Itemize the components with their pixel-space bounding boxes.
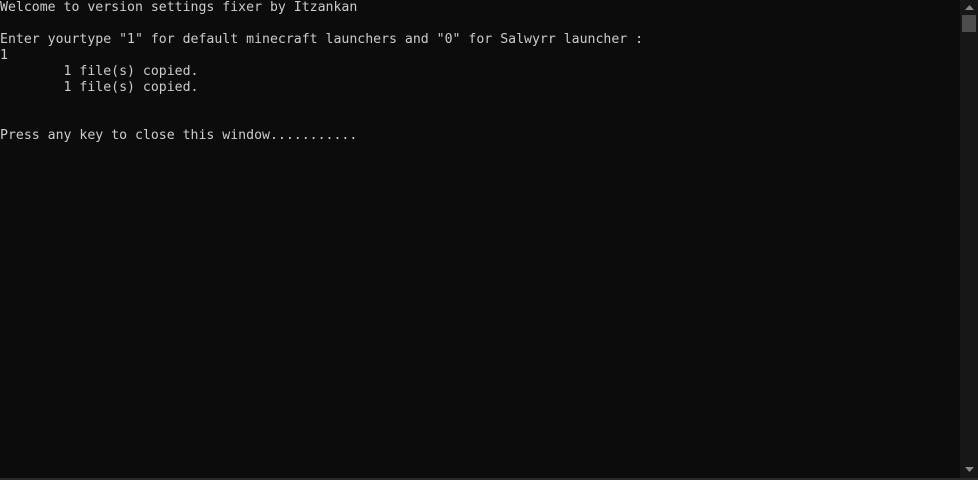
console-line-copy-result: 1 file(s) copied. [0, 80, 199, 95]
console-line-close-prompt: Press any key to close this window......… [0, 128, 358, 143]
console-line-blank [0, 96, 643, 112]
scroll-up-button[interactable] [960, 0, 978, 14]
scroll-down-button[interactable] [960, 462, 978, 476]
console-line-copy-result: 1 file(s) copied. [0, 64, 199, 79]
console-line-prompt: Enter yourtype "1" for default minecraft… [0, 32, 644, 47]
console-line-welcome: Welcome to version settings fixer by Itz… [0, 0, 358, 15]
console-window[interactable]: Welcome to version settings fixer by Itz… [0, 0, 960, 478]
console-line-user-input: 1 [0, 48, 8, 63]
console-line-blank [0, 112, 643, 128]
console-line-blank [0, 16, 643, 32]
vertical-scrollbar[interactable] [960, 0, 978, 478]
triangle-up-icon [964, 4, 974, 10]
scrollbar-thumb[interactable] [962, 15, 976, 32]
triangle-down-icon [964, 466, 974, 472]
console-output: Welcome to version settings fixer by Itz… [0, 0, 643, 144]
